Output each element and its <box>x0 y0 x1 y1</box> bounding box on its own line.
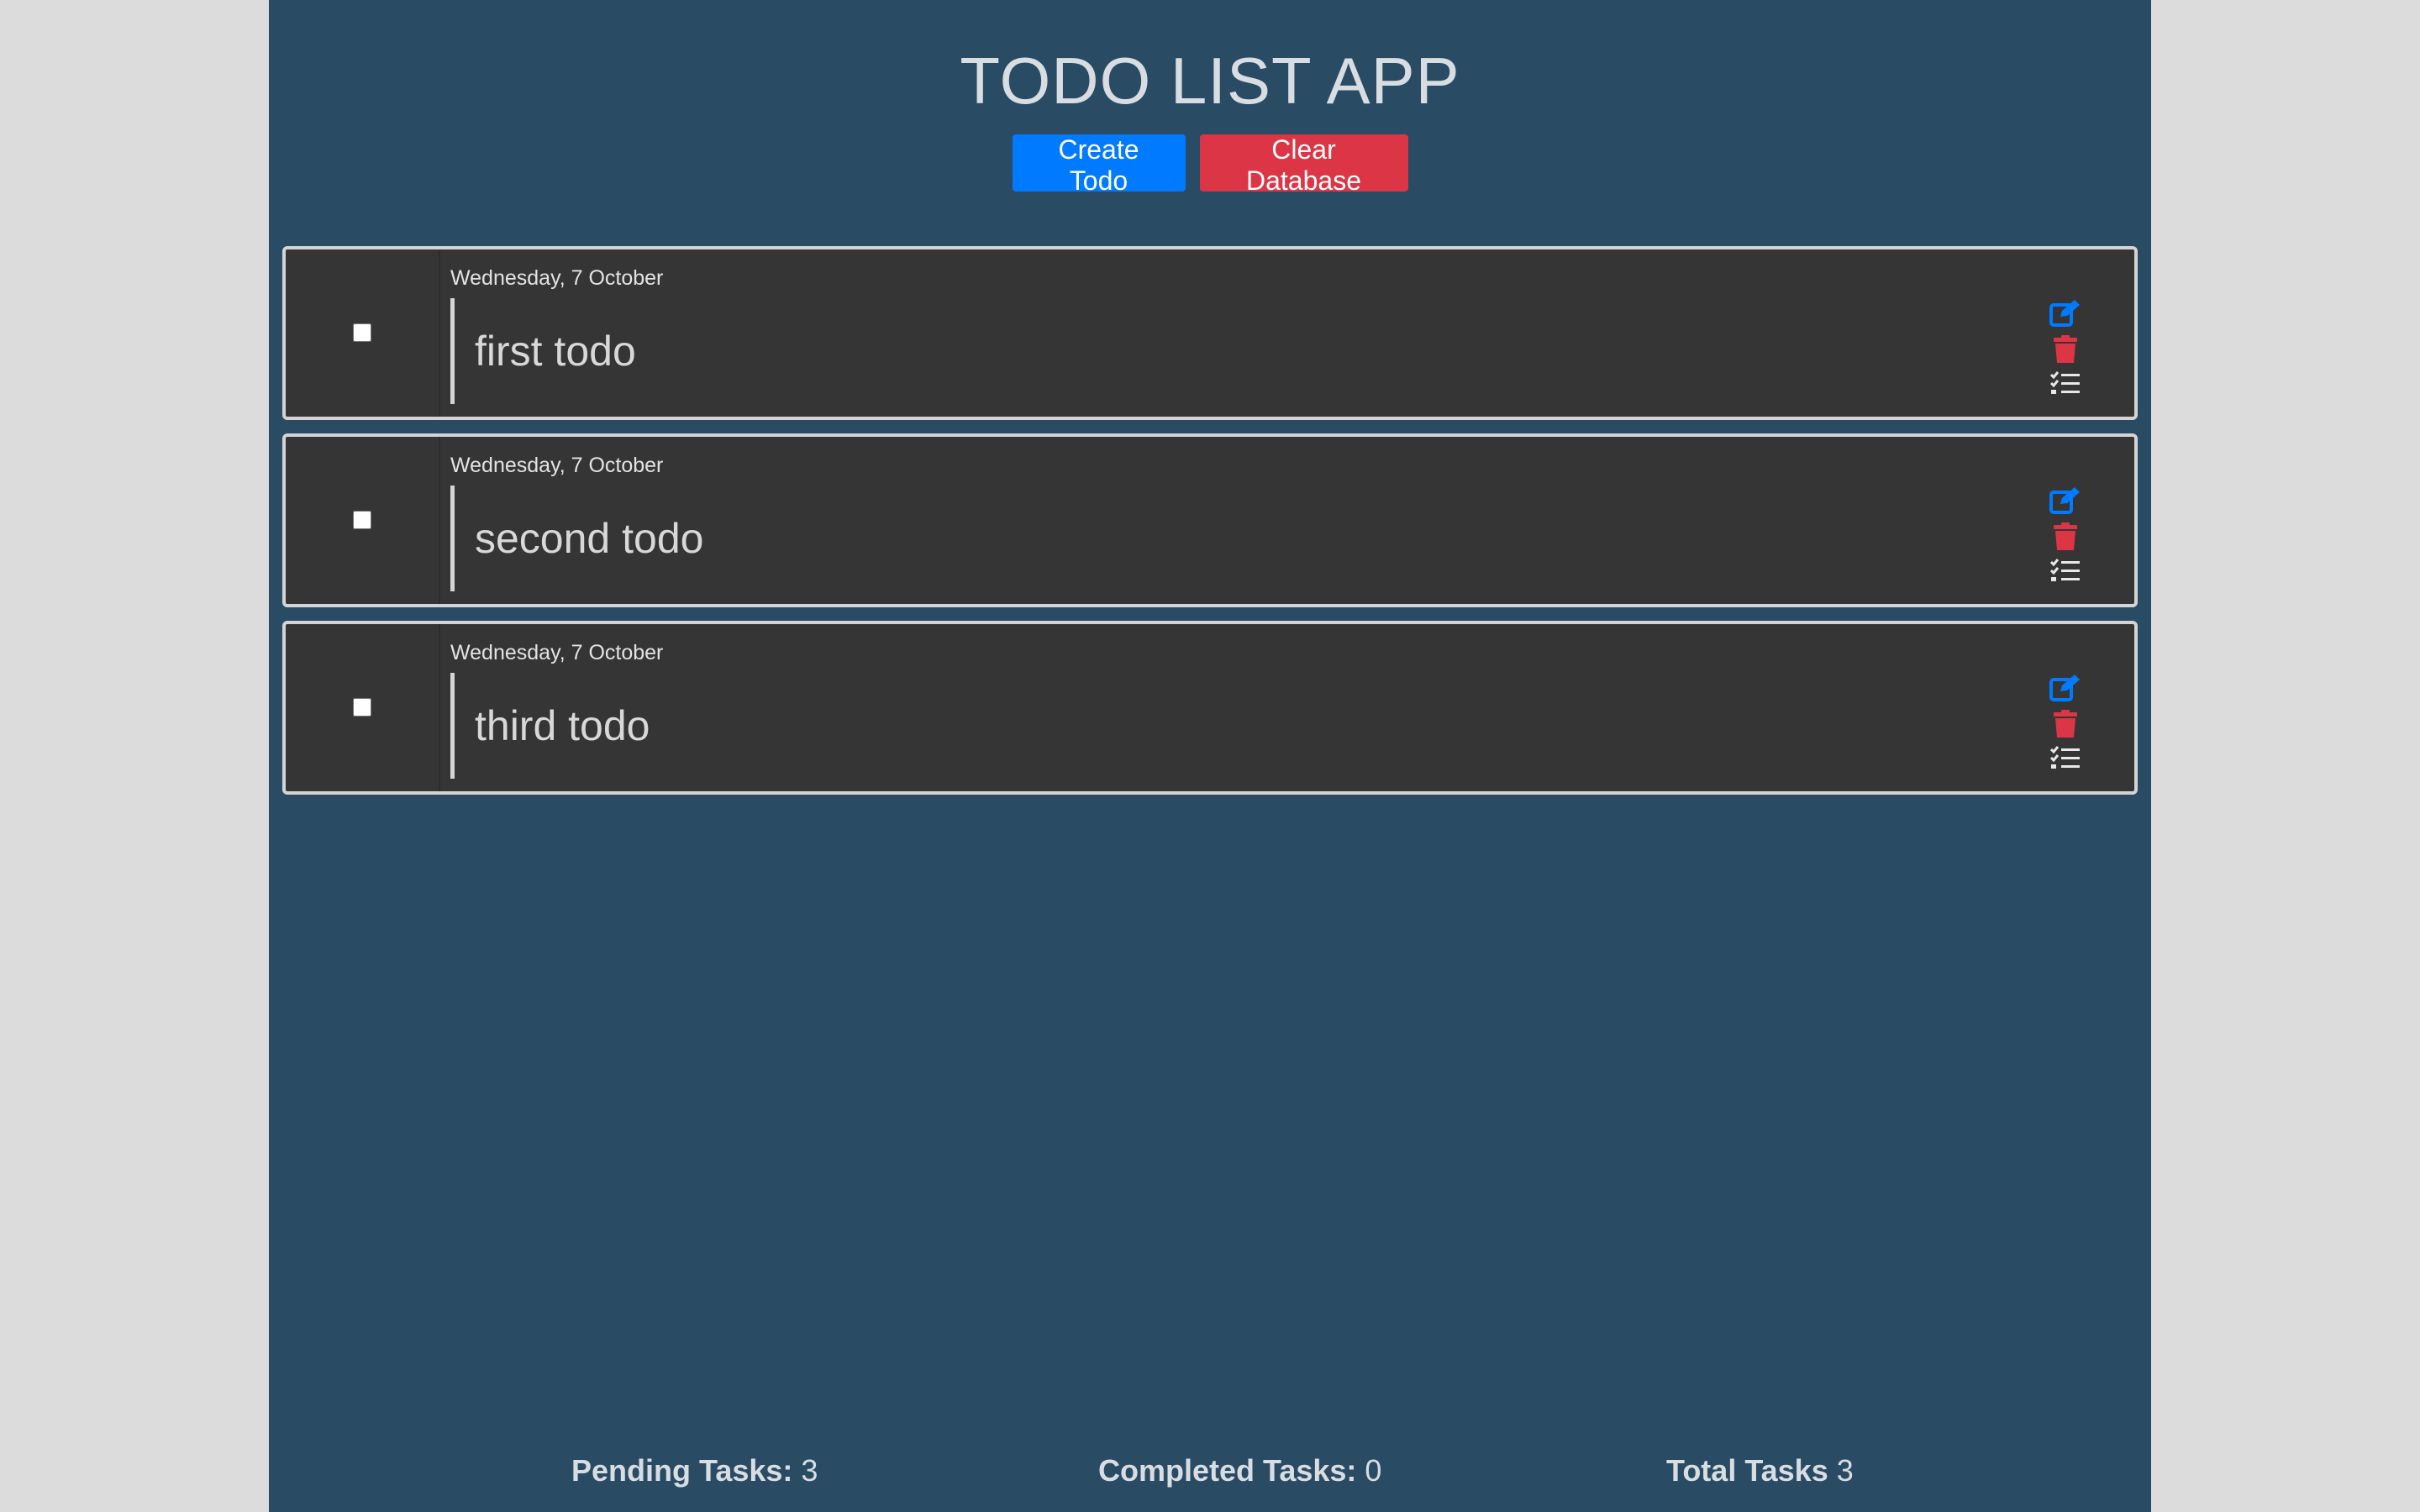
todo-item: Wednesday, 7 October second todo <box>282 433 2138 607</box>
todo-item: Wednesday, 7 October third todo <box>282 621 2138 795</box>
todo-date: Wednesday, 7 October <box>450 266 664 290</box>
trash-icon[interactable] <box>2052 710 2079 738</box>
todo-body: first todo <box>450 298 636 404</box>
pending-tasks-value: 3 <box>801 1453 818 1488</box>
completed-tasks-stat: Completed Tasks: 0 <box>1098 1453 1381 1488</box>
todo-date: Wednesday, 7 October <box>450 641 664 664</box>
todo-actions <box>2049 673 2082 770</box>
pending-tasks-label: Pending Tasks: <box>571 1453 793 1488</box>
page-title: TODO LIST APP <box>960 44 1460 118</box>
todo-actions <box>2049 298 2082 396</box>
todo-text: third todo <box>475 702 650 749</box>
app-container: TODO LIST APP Create Todo Clear Database… <box>269 0 2151 1512</box>
total-tasks-value: 3 <box>1836 1453 1854 1488</box>
edit-icon[interactable] <box>2049 673 2082 703</box>
pending-tasks-stat: Pending Tasks: 3 <box>571 1453 818 1488</box>
total-tasks-stat: Total Tasks 3 <box>1666 1453 1854 1488</box>
clear-database-button[interactable]: Clear Database <box>1199 134 1408 196</box>
completed-tasks-value: 0 <box>1365 1453 1382 1488</box>
trash-icon[interactable] <box>2052 335 2079 364</box>
todo-body: second todo <box>450 486 703 591</box>
edit-icon[interactable] <box>2049 298 2082 328</box>
todo-actions <box>2049 486 2082 583</box>
checklist-icon[interactable] <box>2050 558 2081 583</box>
todo-date: Wednesday, 7 October <box>450 454 664 477</box>
todo-text: first todo <box>475 328 636 375</box>
completed-tasks-label: Completed Tasks: <box>1098 1453 1357 1488</box>
todo-text: second todo <box>475 515 704 562</box>
trash-icon[interactable] <box>2052 522 2079 551</box>
create-todo-button[interactable]: Create Todo <box>1012 134 1186 196</box>
checklist-icon[interactable] <box>2050 745 2081 770</box>
todo-body: third todo <box>450 673 650 779</box>
todo-item: Wednesday, 7 October first todo <box>282 246 2138 420</box>
header: TODO LIST APP Create Todo Clear Database <box>269 0 2151 196</box>
total-tasks-label: Total Tasks <box>1666 1453 1828 1488</box>
todo-checkbox[interactable] <box>353 698 371 717</box>
todo-checkbox[interactable] <box>353 511 371 529</box>
todo-checkbox-cell <box>286 249 440 417</box>
header-actions: Create Todo Clear Database <box>269 134 2151 196</box>
task-stats-footer: Pending Tasks: 3 Completed Tasks: 0 Tota… <box>269 1448 2151 1512</box>
todo-checkbox-cell <box>286 437 440 604</box>
todo-list: Wednesday, 7 October first todo Wednesda… <box>282 246 2138 808</box>
edit-icon[interactable] <box>2049 486 2082 516</box>
todo-checkbox[interactable] <box>353 323 371 342</box>
checklist-icon[interactable] <box>2050 370 2081 396</box>
todo-checkbox-cell <box>286 624 440 791</box>
